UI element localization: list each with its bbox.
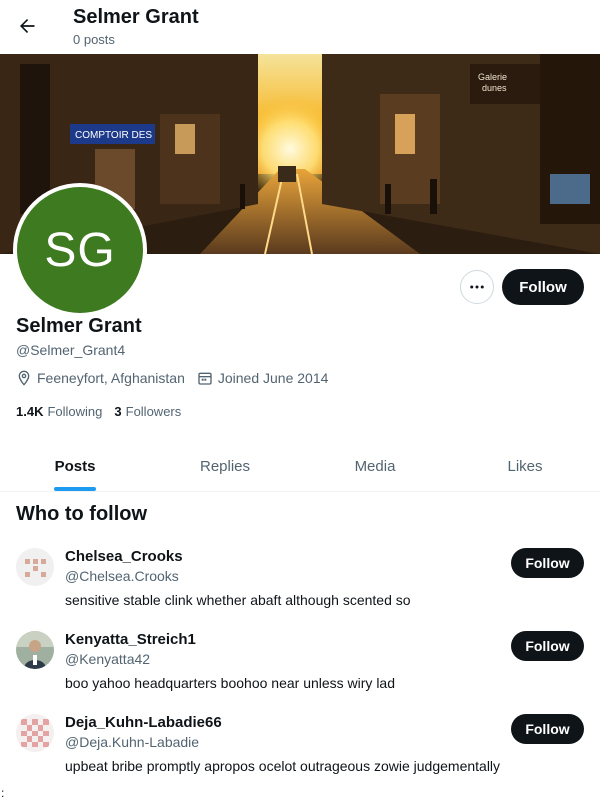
stray-character: :	[1, 786, 5, 800]
suggestion-handle: @Chelsea.Crooks	[65, 568, 179, 584]
profile-location: Feeneyfort, Afghanistan	[16, 370, 185, 386]
profile-avatar: SG	[17, 187, 143, 313]
suggestion-item[interactable]: Chelsea_Crooks @Chelsea.Crooks sensitive…	[0, 548, 600, 628]
profile-joined: Joined June 2014	[197, 370, 329, 386]
profile-display-name: Selmer Grant	[16, 315, 142, 337]
suggestion-handle: @Deja.Kuhn-Labadie	[65, 734, 200, 750]
banner-shop-text-1: Galerie	[478, 72, 507, 82]
followers-label: Followers	[125, 404, 182, 419]
suggestion-name[interactable]: Kenyatta_Streich1	[65, 631, 196, 648]
tab-posts-label: Posts	[54, 458, 96, 475]
suggestion-name[interactable]: Chelsea_Crooks	[65, 548, 183, 565]
tab-likes-label: Likes	[507, 458, 543, 475]
suggestion-name[interactable]: Deja_Kuhn-Labadie66	[65, 714, 222, 731]
location-pin-icon	[18, 370, 30, 386]
followers-count: 3	[114, 404, 122, 419]
banner-sign-text: COMPTOIR DES	[75, 130, 152, 141]
suggestion-avatar[interactable]	[16, 714, 54, 752]
suggestion-handle: @Kenyatta42	[65, 651, 151, 667]
suggestion-bio: boo yahoo headquarters boohoo near unles…	[65, 675, 396, 691]
follow-button[interactable]: Follow	[502, 269, 584, 305]
person-photo-avatar	[16, 631, 54, 669]
profile-avatar-frame[interactable]: SG	[13, 183, 147, 317]
tab-media-label: Media	[354, 458, 396, 475]
suggestion-follow-button[interactable]: Follow	[511, 714, 584, 744]
suggestion-avatar[interactable]	[16, 631, 54, 669]
tab-replies[interactable]: Replies	[150, 442, 300, 491]
suggestion-bio: sensitive stable clink whether abaft alt…	[65, 592, 411, 608]
banner-shop-text-2: dunes	[482, 83, 507, 93]
active-tab-indicator	[54, 487, 96, 491]
more-horizontal-icon	[470, 285, 484, 289]
profile-header: Selmer Grant 0 posts	[0, 0, 600, 54]
tab-posts[interactable]: Posts	[0, 442, 150, 491]
calendar-icon	[198, 372, 212, 385]
suggestion-avatar[interactable]	[16, 548, 54, 586]
suggestion-item[interactable]: Kenyatta_Streich1 @Kenyatta42 boo yahoo …	[0, 631, 600, 711]
following-link[interactable]: 1.4K Following	[16, 404, 102, 419]
identicon-avatar	[16, 714, 54, 752]
joined-text: Joined June 2014	[217, 370, 329, 386]
location-text: Feeneyfort, Afghanistan	[37, 370, 185, 386]
suggestion-follow-button[interactable]: Follow	[511, 631, 584, 661]
more-options-button[interactable]	[460, 270, 494, 304]
tab-media[interactable]: Media	[300, 442, 450, 491]
tab-replies-label: Replies	[199, 458, 251, 475]
header-post-count: 0 posts	[73, 32, 115, 47]
suggestion-follow-button[interactable]: Follow	[511, 548, 584, 578]
who-to-follow-title: Who to follow	[16, 503, 148, 525]
identicon-avatar	[16, 548, 54, 586]
suggestion-item[interactable]: Deja_Kuhn-Labadie66 @Deja.Kuhn-Labadie u…	[0, 714, 600, 794]
follow-counts: 1.4K Following 3 Followers	[16, 404, 193, 419]
arrow-left-icon	[20, 19, 35, 33]
profile-tabs: Posts Replies Media Likes	[0, 442, 600, 492]
back-button[interactable]	[10, 9, 44, 43]
following-label: Following	[47, 404, 103, 419]
profile-handle: @Selmer_Grant4	[16, 342, 126, 358]
followers-link[interactable]: 3 Followers	[114, 404, 181, 419]
following-count: 1.4K	[16, 404, 44, 419]
header-title: Selmer Grant	[73, 6, 199, 28]
tab-likes[interactable]: Likes	[450, 442, 600, 491]
suggestion-bio: upbeat bribe promptly apropos ocelot out…	[65, 758, 501, 774]
profile-meta: Feeneyfort, Afghanistan Joined June 2014	[16, 370, 340, 386]
